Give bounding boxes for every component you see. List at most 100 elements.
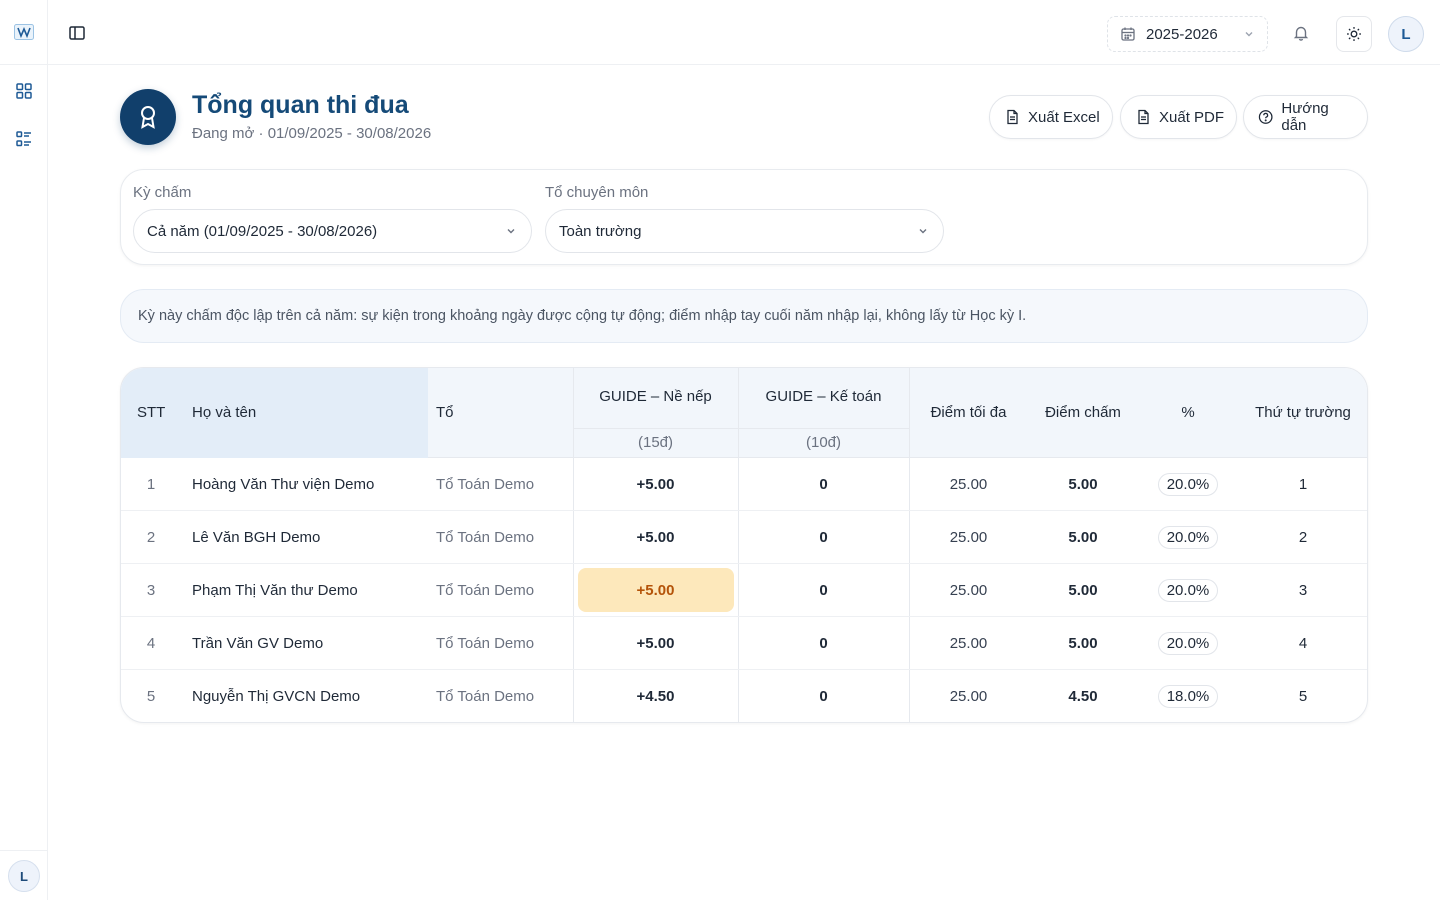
side-rail: L: [0, 0, 48, 900]
header-ke-toan-max: (10đ): [805, 434, 842, 451]
row-ke-toan[interactable]: 0: [738, 458, 909, 511]
export-pdf-button[interactable]: Xuất PDF: [1120, 95, 1238, 139]
row-ne-nep[interactable]: +5.00: [573, 458, 738, 511]
award-badge: [120, 89, 176, 145]
header-name[interactable]: Họ và tên: [192, 404, 256, 421]
year-select[interactable]: 2025-2026: [1107, 16, 1268, 52]
row-max: 25.00: [949, 529, 988, 546]
row-score: 5.00: [1068, 635, 1098, 652]
list-icon[interactable]: [15, 130, 33, 148]
row-stt: 4: [146, 635, 156, 652]
row-rank: 1: [1298, 476, 1308, 493]
page-subtitle: Đang mở · 01/09/2025 - 30/08/2026: [192, 125, 432, 142]
row-max: 25.00: [949, 688, 988, 705]
period-label: Kỳ chấm: [133, 184, 192, 201]
row-name: Hoàng Văn Thư viện Demo: [192, 476, 375, 493]
header-rank[interactable]: Thứ tự trường: [1238, 404, 1367, 421]
export-excel-button[interactable]: Xuất Excel: [989, 95, 1113, 139]
row-ne-nep[interactable]: +4.50: [573, 670, 738, 722]
table-row[interactable]: 3 Phạm Thị Văn thư Demo Tổ Toán Demo +5.…: [121, 564, 1367, 617]
chevron-down-icon: [1245, 32, 1253, 37]
theme-toggle-button[interactable]: [1336, 16, 1372, 52]
row-name: Lê Văn BGH Demo: [192, 529, 321, 546]
row-ne-nep[interactable]: +5.00: [573, 617, 738, 670]
row-ne-nep[interactable]: +5.00: [573, 511, 738, 564]
row-score: 5.00: [1068, 476, 1098, 493]
row-ne-nep[interactable]: +5.00: [573, 564, 738, 617]
row-stt: 2: [146, 529, 156, 546]
group-select[interactable]: Toàn trường: [545, 209, 944, 253]
user-avatar[interactable]: L: [1388, 16, 1424, 52]
header-score[interactable]: Điểm chấm: [1028, 404, 1138, 421]
help-label: Hướng dẫn: [1281, 100, 1329, 134]
row-stt: 1: [146, 476, 156, 493]
row-name: Phạm Thị Văn thư Demo: [192, 582, 358, 599]
row-pct-badge: 18.0%: [1157, 685, 1219, 708]
rail-avatar[interactable]: L: [8, 860, 40, 892]
header-ke-toan: GUIDE – Kế toán: [765, 388, 882, 405]
row-rank: 3: [1298, 582, 1308, 599]
help-icon: [1258, 110, 1273, 124]
dashboard-icon[interactable]: [15, 82, 33, 100]
header-ne-nep-max: (15đ): [637, 434, 674, 451]
app-logo-icon[interactable]: [14, 24, 34, 40]
file-icon: [1138, 109, 1149, 125]
row-score: 4.50: [1068, 688, 1098, 705]
info-note: Kỳ này chấm độc lập trên cả năm: sự kiện…: [120, 289, 1368, 343]
page-title: Tổng quan thi đua: [192, 91, 409, 119]
row-stt: 3: [146, 582, 156, 599]
filter-panel: Kỳ chấm Cả năm (01/09/2025 - 30/08/2026)…: [120, 169, 1368, 265]
row-ke-toan[interactable]: 0: [738, 670, 909, 722]
year-value: 2025-2026: [1146, 25, 1218, 43]
group-label: Tổ chuyên môn: [545, 184, 649, 201]
table-row[interactable]: 2 Lê Văn BGH Demo Tổ Toán Demo +5.00 0 2…: [121, 511, 1367, 564]
row-max: 25.00: [949, 635, 988, 652]
row-pct-badge: 20.0%: [1157, 526, 1219, 549]
table-row[interactable]: 4 Trần Văn GV Demo Tổ Toán Demo +5.00 0 …: [121, 617, 1367, 670]
row-to: Tổ Toán Demo: [436, 635, 535, 652]
row-stt: 5: [146, 688, 156, 705]
row-ke-toan[interactable]: 0: [738, 564, 909, 617]
row-pct-badge: 20.0%: [1157, 579, 1219, 602]
header-to[interactable]: Tổ: [436, 404, 454, 421]
header-ne-nep: GUIDE – Nề nếp: [599, 388, 712, 405]
top-bar: 2025-2026 L: [48, 0, 1440, 65]
row-score: 5.00: [1068, 529, 1098, 546]
row-max: 25.00: [949, 582, 988, 599]
table-row[interactable]: 5 Nguyễn Thị GVCN Demo Tổ Toán Demo +4.5…: [121, 670, 1367, 722]
table-row[interactable]: 1 Hoàng Văn Thư viện Demo Tổ Toán Demo +…: [121, 458, 1367, 511]
row-to: Tổ Toán Demo: [436, 688, 535, 705]
header-max[interactable]: Điểm tối đa: [909, 404, 1028, 421]
file-icon: [1007, 109, 1018, 125]
row-rank: 2: [1298, 529, 1308, 546]
sun-icon: [1347, 27, 1361, 41]
row-name: Trần Văn GV Demo: [192, 635, 324, 652]
row-to: Tổ Toán Demo: [436, 529, 535, 546]
period-value: Cả năm (01/09/2025 - 30/08/2026): [147, 222, 378, 240]
header-pct[interactable]: %: [1138, 404, 1238, 421]
page-header: Tổng quan thi đua Đang mở · 01/09/2025 -…: [120, 89, 1368, 145]
row-to: Tổ Toán Demo: [436, 476, 535, 493]
row-pct-badge: 20.0%: [1157, 632, 1219, 655]
award-icon: [141, 106, 155, 129]
row-ke-toan[interactable]: 0: [738, 617, 909, 670]
bell-icon[interactable]: [1292, 24, 1310, 42]
row-ke-toan[interactable]: 0: [738, 511, 909, 564]
period-select[interactable]: Cả năm (01/09/2025 - 30/08/2026): [133, 209, 532, 253]
export-excel-label: Xuất Excel: [1028, 108, 1100, 126]
row-rank: 4: [1298, 635, 1308, 652]
row-pct-badge: 20.0%: [1157, 473, 1219, 496]
chevron-down-icon: [507, 229, 515, 234]
header-stt: STT: [137, 404, 166, 421]
calendar-icon: [1121, 27, 1135, 41]
group-value: Toàn trường: [559, 222, 642, 240]
sidebar-toggle-icon[interactable]: [68, 24, 86, 42]
export-pdf-label: Xuất PDF: [1159, 108, 1225, 126]
help-button[interactable]: Hướng dẫn: [1243, 95, 1368, 139]
row-score: 5.00: [1068, 582, 1098, 599]
row-max: 25.00: [949, 476, 988, 493]
table-header: STT Họ và tên Tổ GUIDE – Nề nếp (15đ) GU…: [121, 368, 1367, 458]
chevron-down-icon: [919, 229, 927, 234]
row-name: Nguyễn Thị GVCN Demo: [192, 688, 361, 705]
row-rank: 5: [1298, 688, 1308, 705]
